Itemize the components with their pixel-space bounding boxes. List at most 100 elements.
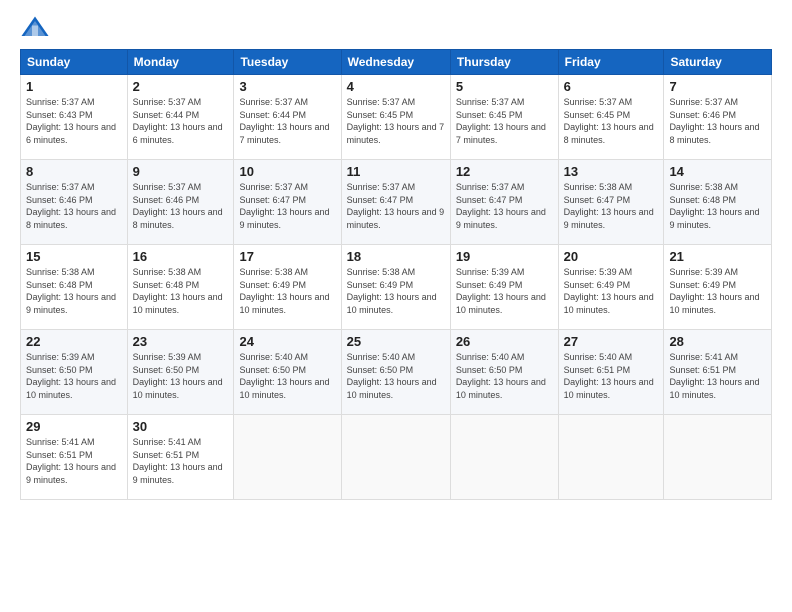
day-info: Sunrise: 5:39 AMSunset: 6:49 PMDaylight:… (669, 266, 766, 316)
day-number: 28 (669, 334, 766, 349)
day-info: Sunrise: 5:37 AMSunset: 6:45 PMDaylight:… (564, 96, 659, 146)
day-number: 8 (26, 164, 122, 179)
calendar-cell: 21Sunrise: 5:39 AMSunset: 6:49 PMDayligh… (664, 245, 772, 330)
calendar-cell: 6 Sunrise: 5:37 AMSunset: 6:45 PMDaylight… (558, 75, 664, 160)
day-info: Sunrise: 5:38 AMSunset: 6:47 PMDaylight:… (564, 181, 659, 231)
calendar-cell: 8 Sunrise: 5:37 AMSunset: 6:46 PMDaylight… (21, 160, 128, 245)
day-number: 26 (456, 334, 553, 349)
day-header-sunday: Sunday (21, 50, 128, 75)
week-row-4: 22 Sunrise: 5:39 AMSunset: 6:50 PMDayligh… (21, 330, 772, 415)
calendar-cell: 16 Sunrise: 5:38 AMSunset: 6:48 PMDayligh… (127, 245, 234, 330)
page: SundayMondayTuesdayWednesdayThursdayFrid… (0, 0, 792, 612)
calendar-cell: 29 Sunrise: 5:41 AMSunset: 6:51 PMDayligh… (21, 415, 128, 500)
day-number: 2 (133, 79, 229, 94)
day-info: Sunrise: 5:38 AMSunset: 6:48 PMDaylight:… (133, 266, 229, 316)
calendar-cell: 23Sunrise: 5:39 AMSunset: 6:50 PMDayligh… (127, 330, 234, 415)
day-number: 18 (347, 249, 445, 264)
week-row-3: 15 Sunrise: 5:38 AMSunset: 6:48 PMDayligh… (21, 245, 772, 330)
week-row-5: 29 Sunrise: 5:41 AMSunset: 6:51 PMDayligh… (21, 415, 772, 500)
day-info: Sunrise: 5:38 AMSunset: 6:48 PMDaylight:… (669, 181, 766, 231)
day-number: 23 (133, 334, 229, 349)
calendar-cell: 3 Sunrise: 5:37 AMSunset: 6:44 PMDaylight… (234, 75, 341, 160)
calendar-cell: 12 Sunrise: 5:37 AMSunset: 6:47 PMDayligh… (450, 160, 558, 245)
calendar-cell: 15 Sunrise: 5:38 AMSunset: 6:48 PMDayligh… (21, 245, 128, 330)
calendar-cell (341, 415, 450, 500)
day-number: 17 (239, 249, 335, 264)
day-info: Sunrise: 5:37 AMSunset: 6:45 PMDaylight:… (456, 96, 553, 146)
calendar-cell: 25 Sunrise: 5:40 AMSunset: 6:50 PMDayligh… (341, 330, 450, 415)
day-number: 14 (669, 164, 766, 179)
day-number: 15 (26, 249, 122, 264)
day-header-tuesday: Tuesday (234, 50, 341, 75)
week-row-1: 1 Sunrise: 5:37 AMSunset: 6:43 PMDaylight… (21, 75, 772, 160)
day-info: Sunrise: 5:38 AMSunset: 6:48 PMDaylight:… (26, 266, 122, 316)
day-number: 9 (133, 164, 229, 179)
week-row-2: 8 Sunrise: 5:37 AMSunset: 6:46 PMDaylight… (21, 160, 772, 245)
day-number: 6 (564, 79, 659, 94)
calendar-cell: 30Sunrise: 5:41 AMSunset: 6:51 PMDayligh… (127, 415, 234, 500)
calendar-cell (558, 415, 664, 500)
calendar-cell: 17Sunrise: 5:38 AMSunset: 6:49 PMDayligh… (234, 245, 341, 330)
day-info: Sunrise: 5:40 AMSunset: 6:51 PMDaylight:… (564, 351, 659, 401)
day-info: Sunrise: 5:40 AMSunset: 6:50 PMDaylight:… (347, 351, 445, 401)
day-info: Sunrise: 5:37 AMSunset: 6:45 PMDaylight:… (347, 96, 445, 146)
calendar-cell: 28 Sunrise: 5:41 AMSunset: 6:51 PMDayligh… (664, 330, 772, 415)
day-number: 4 (347, 79, 445, 94)
day-number: 20 (564, 249, 659, 264)
day-header-monday: Monday (127, 50, 234, 75)
day-number: 12 (456, 164, 553, 179)
day-info: Sunrise: 5:40 AMSunset: 6:50 PMDaylight:… (239, 351, 335, 401)
calendar-cell: 14 Sunrise: 5:38 AMSunset: 6:48 PMDayligh… (664, 160, 772, 245)
calendar-cell: 5 Sunrise: 5:37 AMSunset: 6:45 PMDaylight… (450, 75, 558, 160)
day-number: 10 (239, 164, 335, 179)
calendar-cell: 4 Sunrise: 5:37 AMSunset: 6:45 PMDaylight… (341, 75, 450, 160)
day-info: Sunrise: 5:39 AMSunset: 6:49 PMDaylight:… (456, 266, 553, 316)
day-info: Sunrise: 5:37 AMSunset: 6:47 PMDaylight:… (347, 181, 445, 231)
day-number: 30 (133, 419, 229, 434)
calendar-cell: 27Sunrise: 5:40 AMSunset: 6:51 PMDayligh… (558, 330, 664, 415)
day-number: 16 (133, 249, 229, 264)
day-number: 13 (564, 164, 659, 179)
day-number: 1 (26, 79, 122, 94)
day-number: 11 (347, 164, 445, 179)
day-header-thursday: Thursday (450, 50, 558, 75)
day-info: Sunrise: 5:37 AMSunset: 6:46 PMDaylight:… (133, 181, 229, 231)
calendar-table: SundayMondayTuesdayWednesdayThursdayFrid… (20, 49, 772, 500)
day-info: Sunrise: 5:40 AMSunset: 6:50 PMDaylight:… (456, 351, 553, 401)
calendar-cell: 19 Sunrise: 5:39 AMSunset: 6:49 PMDayligh… (450, 245, 558, 330)
day-info: Sunrise: 5:37 AMSunset: 6:44 PMDaylight:… (133, 96, 229, 146)
day-number: 29 (26, 419, 122, 434)
day-info: Sunrise: 5:41 AMSunset: 6:51 PMDaylight:… (669, 351, 766, 401)
day-header-row: SundayMondayTuesdayWednesdayThursdayFrid… (21, 50, 772, 75)
day-info: Sunrise: 5:37 AMSunset: 6:47 PMDaylight:… (456, 181, 553, 231)
calendar-cell: 1 Sunrise: 5:37 AMSunset: 6:43 PMDaylight… (21, 75, 128, 160)
day-info: Sunrise: 5:37 AMSunset: 6:43 PMDaylight:… (26, 96, 122, 146)
day-number: 3 (239, 79, 335, 94)
day-number: 5 (456, 79, 553, 94)
day-info: Sunrise: 5:39 AMSunset: 6:50 PMDaylight:… (26, 351, 122, 401)
day-info: Sunrise: 5:38 AMSunset: 6:49 PMDaylight:… (347, 266, 445, 316)
day-number: 19 (456, 249, 553, 264)
logo (20, 15, 54, 39)
day-info: Sunrise: 5:37 AMSunset: 6:46 PMDaylight:… (669, 96, 766, 146)
calendar-cell: 18 Sunrise: 5:38 AMSunset: 6:49 PMDayligh… (341, 245, 450, 330)
logo-icon (20, 15, 50, 39)
calendar-cell (234, 415, 341, 500)
calendar-cell: 26 Sunrise: 5:40 AMSunset: 6:50 PMDayligh… (450, 330, 558, 415)
day-info: Sunrise: 5:37 AMSunset: 6:44 PMDaylight:… (239, 96, 335, 146)
calendar-cell: 2 Sunrise: 5:37 AMSunset: 6:44 PMDaylight… (127, 75, 234, 160)
day-info: Sunrise: 5:41 AMSunset: 6:51 PMDaylight:… (26, 436, 122, 486)
calendar-cell: 24 Sunrise: 5:40 AMSunset: 6:50 PMDayligh… (234, 330, 341, 415)
day-header-wednesday: Wednesday (341, 50, 450, 75)
calendar-cell: 11 Sunrise: 5:37 AMSunset: 6:47 PMDayligh… (341, 160, 450, 245)
day-info: Sunrise: 5:37 AMSunset: 6:47 PMDaylight:… (239, 181, 335, 231)
calendar-cell: 22 Sunrise: 5:39 AMSunset: 6:50 PMDayligh… (21, 330, 128, 415)
day-number: 25 (347, 334, 445, 349)
calendar-cell: 13 Sunrise: 5:38 AMSunset: 6:47 PMDayligh… (558, 160, 664, 245)
day-number: 24 (239, 334, 335, 349)
day-info: Sunrise: 5:37 AMSunset: 6:46 PMDaylight:… (26, 181, 122, 231)
calendar-cell: 9 Sunrise: 5:37 AMSunset: 6:46 PMDaylight… (127, 160, 234, 245)
day-number: 7 (669, 79, 766, 94)
day-number: 22 (26, 334, 122, 349)
calendar-cell (450, 415, 558, 500)
